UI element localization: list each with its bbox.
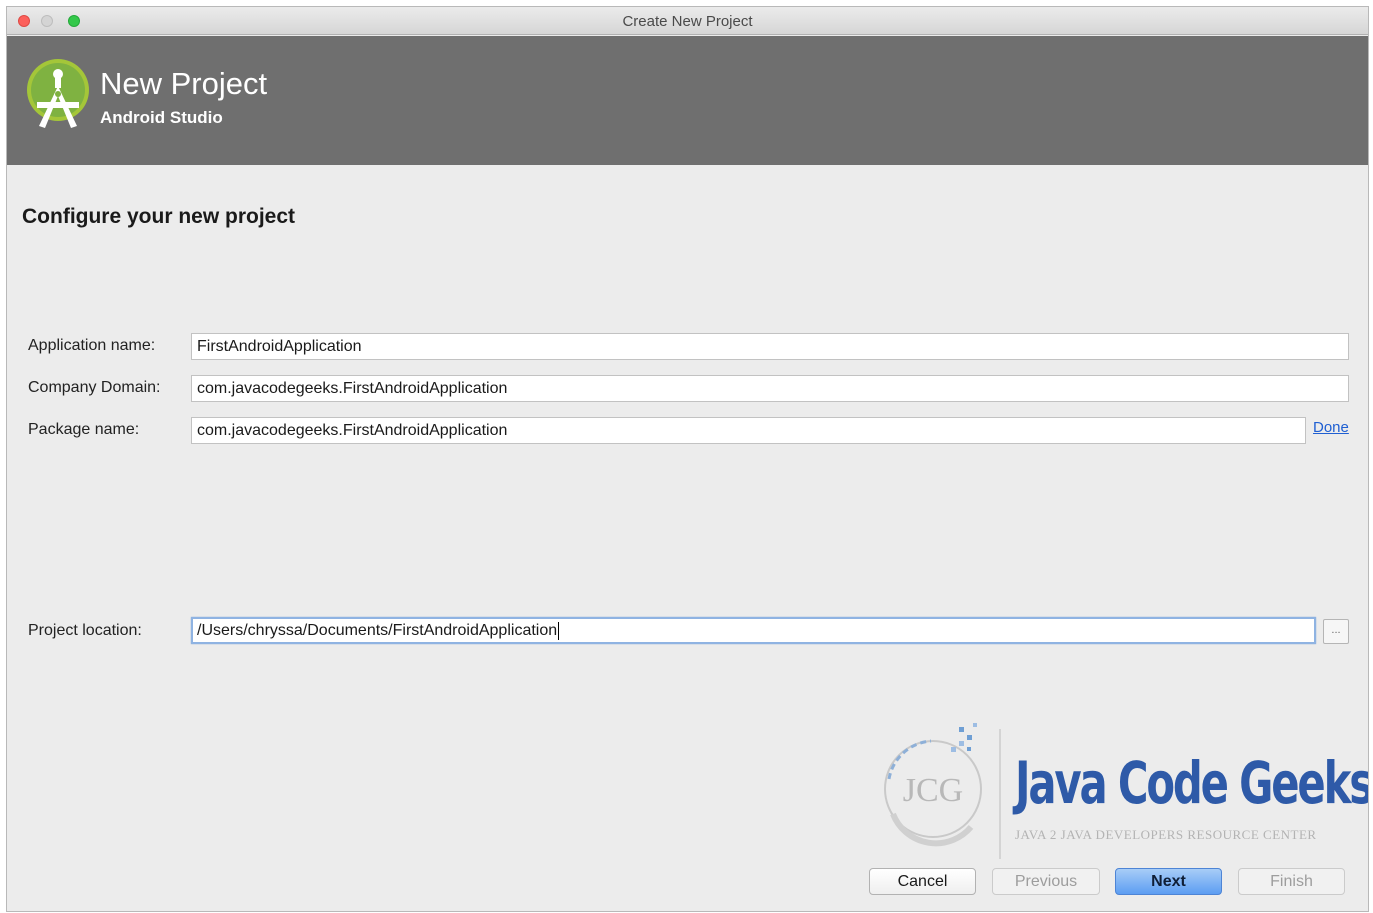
window-title: Create New Project [622,13,753,30]
text-caret [558,621,560,640]
previous-button[interactable]: Previous [992,868,1100,895]
ellipsis-icon: ... [1331,624,1341,636]
package-name-label: Package name: [28,421,140,438]
watermark-title: Java Code Geeks [1015,749,1369,817]
done-link[interactable]: Done [1313,419,1349,436]
browse-location-button[interactable]: ... [1323,619,1349,644]
watermark-divider [999,729,1001,859]
finish-button[interactable]: Finish [1238,868,1345,895]
android-studio-icon [27,59,89,128]
application-name-field[interactable]: FirstAndroidApplication [191,333,1349,360]
jcg-badge: JCG [903,772,963,809]
project-location-field[interactable]: /Users/chryssa/Documents/FirstAndroidApp… [191,617,1316,644]
watermark-tagline: JAVA 2 JAVA DEVELOPERS RESOURCE CENTER [1015,827,1317,842]
company-domain-field[interactable]: com.javacodegeeks.FirstAndroidApplicatio… [191,375,1349,402]
java-code-geeks-watermark: JCG Java Code Geeks JAVA 2 JAVA DEVELOPE… [871,719,1368,869]
cancel-button[interactable]: Cancel [869,868,976,895]
banner-title: New Project [100,66,268,101]
jcg-logo-icon: JCG [884,723,982,847]
banner-subtitle: Android Studio [100,108,223,127]
next-button[interactable]: Next [1115,868,1222,895]
package-name-field[interactable]: com.javacodegeeks.FirstAndroidApplicatio… [191,417,1306,444]
application-name-label: Application name: [28,337,156,354]
title-bar: Create New Project [7,7,1368,35]
create-project-window: Create New Project New Project Android S… [6,6,1369,912]
page-title: Configure your new project [22,205,296,228]
company-domain-label: Company Domain: [28,379,161,396]
project-location-label: Project location: [28,622,142,639]
project-location-value: /Users/chryssa/Documents/FirstAndroidApp… [197,622,558,639]
header-banner: New Project Android Studio [7,36,1368,165]
